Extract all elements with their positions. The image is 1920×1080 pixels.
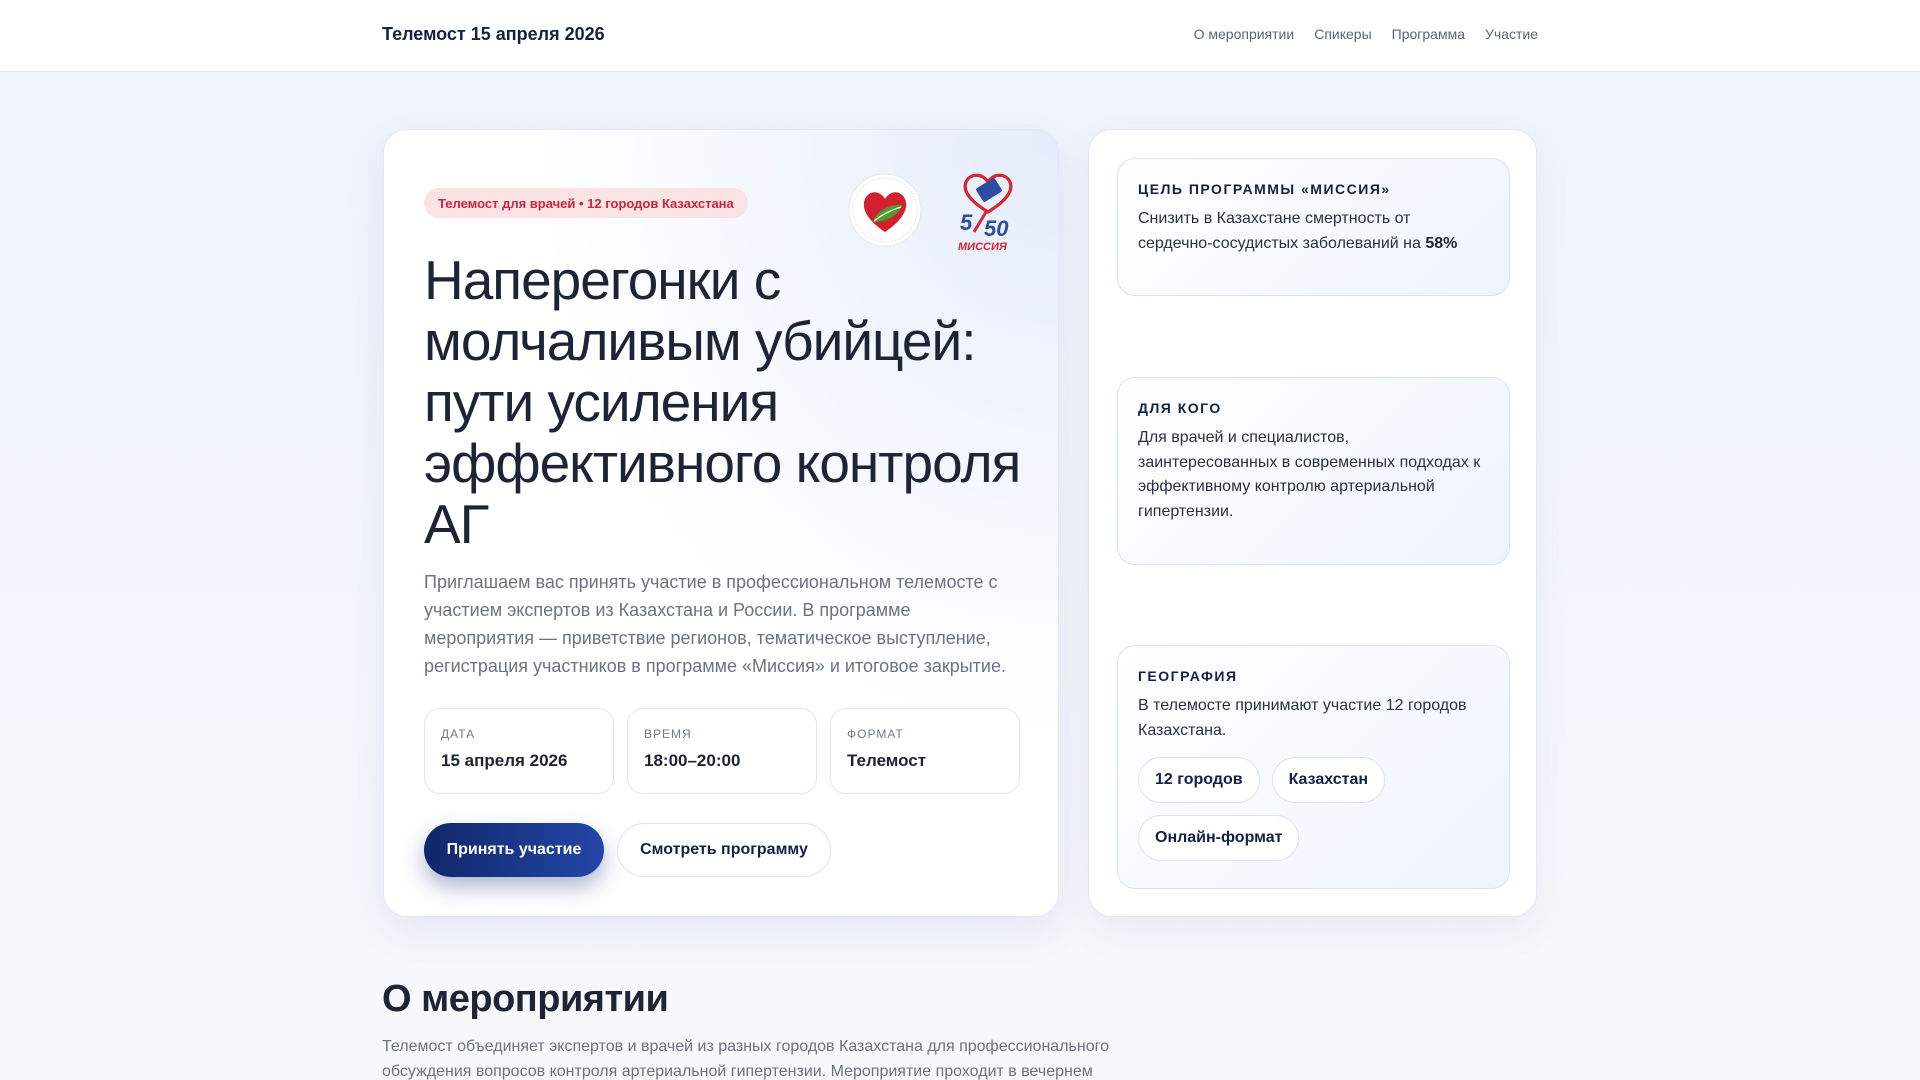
goal-heading: Цель программы «Миссия» — [1138, 181, 1391, 197]
meta-label: Время — [644, 727, 692, 741]
about-section-title: О мероприятии — [382, 978, 669, 1020]
main-nav: О мероприятии Спикеры Программа Участие — [1194, 26, 1538, 42]
nav-link-program[interactable]: Программа — [1392, 26, 1465, 42]
event-audience-badge: Телемост для врачей • 12 городов Казахст… — [424, 188, 748, 218]
logo-number-50: 50 — [984, 216, 1009, 241]
mission-5-50-logo-icon: 5 50 МИССИЯ — [958, 173, 1013, 252]
tag-format: Онлайн-формат — [1138, 815, 1300, 861]
meta-label: Дата — [441, 727, 476, 741]
meta-value: Телемост — [847, 751, 927, 770]
participate-button[interactable]: Принять участие — [424, 823, 604, 877]
hero-card: Телемост для врачей • 12 городов Казахст… — [383, 129, 1059, 917]
audience-text: Для врачей и специалистов, заинтересован… — [1138, 429, 1481, 520]
view-program-button[interactable]: Смотреть программу — [617, 823, 831, 877]
event-title: Наперегонки с молчаливым убийцей: пути у… — [424, 249, 1021, 555]
meta-value: 18:00–20:00 — [644, 751, 741, 770]
geography-heading: География — [1138, 668, 1238, 684]
about-section-text: Телемост объединяет экспертов и врачей и… — [382, 1038, 1109, 1080]
goal-card: Цель программы «Миссия» Снизить в Казахс… — [1117, 158, 1510, 296]
meta-card-time: Время 18:00–20:00 — [627, 708, 817, 794]
nav-link-participation[interactable]: Участие — [1485, 26, 1538, 42]
heart-leaf-logo-icon — [848, 173, 922, 247]
tag-cities: 12 городов — [1138, 757, 1260, 803]
geography-text: В телемосте принимают участие 12 городов… — [1138, 697, 1467, 739]
meta-value: 15 апреля 2026 — [441, 751, 568, 770]
event-description: Приглашаем вас принять участие в професс… — [424, 572, 1006, 676]
top-navigation-bar: Телемост 15 апреля 2026 О мероприятии Сп… — [0, 0, 1920, 72]
audience-heading: Для кого — [1138, 400, 1222, 416]
geography-card: География В телемосте принимают участие … — [1117, 645, 1510, 889]
meta-card-format: Формат Телемост — [830, 708, 1020, 794]
tag-country: Казахстан — [1271, 757, 1386, 803]
info-sidebar: Цель программы «Миссия» Снизить в Казахс… — [1088, 129, 1537, 917]
audience-card: Для кого Для врачей и специалистов, заин… — [1117, 377, 1510, 565]
geography-tags: 12 городов Казахстан Онлайн-формат — [1138, 757, 1418, 861]
logo-digit-5: 5 — [960, 210, 973, 235]
goal-text: Снизить в Казахстане смертность от серде… — [1138, 210, 1458, 252]
goal-highlight: 58% — [1425, 234, 1458, 252]
site-brand[interactable]: Телемост 15 апреля 2026 — [382, 24, 605, 45]
meta-label: Формат — [847, 727, 904, 741]
nav-link-about[interactable]: О мероприятии — [1194, 26, 1295, 42]
nav-link-speakers[interactable]: Спикеры — [1314, 26, 1371, 42]
meta-card-date: Дата 15 апреля 2026 — [424, 708, 614, 794]
